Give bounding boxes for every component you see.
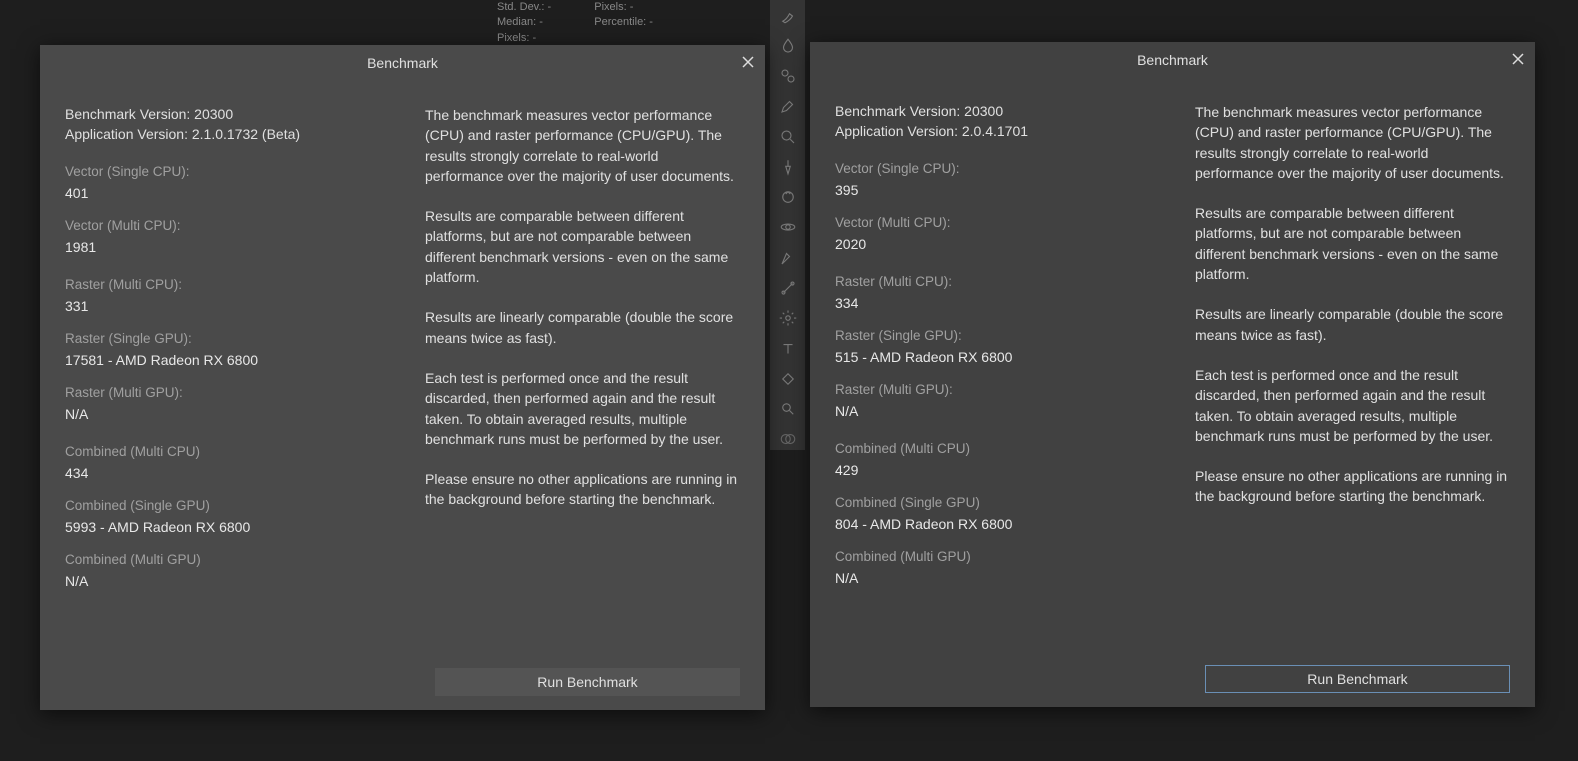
dialog-titlebar: Benchmark xyxy=(810,42,1535,77)
combined-single-gpu-value: 5993 - AMD Radeon RX 6800 xyxy=(65,519,425,535)
description-p1: The benchmark measures vector performanc… xyxy=(425,105,740,186)
results-column: Benchmark Version: 20300 Application Ver… xyxy=(65,105,425,640)
raster-single-gpu-value: 515 - AMD Radeon RX 6800 xyxy=(835,349,1195,365)
gear-tool-icon[interactable] xyxy=(777,308,799,329)
raster-multi-value: 334 xyxy=(835,295,1195,311)
description-column: The benchmark measures vector performanc… xyxy=(425,105,740,640)
benchmark-version: Benchmark Version: 20300 xyxy=(835,102,1195,122)
blur-tool-icon[interactable] xyxy=(777,35,799,56)
vector-single-value: 401 xyxy=(65,185,425,201)
description-p5: Please ensure no other applications are … xyxy=(425,469,740,510)
combined-single-gpu-label: Combined (Single GPU) xyxy=(65,498,425,513)
combined-multi-label: Combined (Multi CPU) xyxy=(835,441,1195,456)
search-tool-icon[interactable] xyxy=(777,398,799,419)
benchmark-dialog-left: Benchmark Benchmark Version: 20300 Appli… xyxy=(40,45,765,710)
vector-multi-value: 2020 xyxy=(835,236,1195,252)
raster-multi-gpu-value: N/A xyxy=(65,406,425,422)
pen-tool-icon[interactable] xyxy=(777,247,799,268)
combined-multi-gpu-value: N/A xyxy=(835,570,1195,586)
combined-multi-gpu-label: Combined (Multi GPU) xyxy=(65,552,425,567)
combined-multi-gpu-label: Combined (Multi GPU) xyxy=(835,549,1195,564)
combined-multi-value: 434 xyxy=(65,465,425,481)
description-p2: Results are comparable between different… xyxy=(1195,203,1510,284)
description-p5: Please ensure no other applications are … xyxy=(1195,466,1510,507)
vector-multi-label: Vector (Multi CPU): xyxy=(65,218,425,233)
zoom-tool-icon[interactable] xyxy=(777,126,799,147)
dialog-title: Benchmark xyxy=(1137,52,1208,68)
raster-single-gpu-label: Raster (Single GPU): xyxy=(65,331,425,346)
raster-multi-label: Raster (Multi CPU): xyxy=(65,277,425,292)
combined-single-gpu-label: Combined (Single GPU) xyxy=(835,495,1195,510)
vector-single-value: 395 xyxy=(835,182,1195,198)
application-version: Application Version: 2.1.0.1732 (Beta) xyxy=(65,125,425,145)
close-button[interactable] xyxy=(1509,50,1527,68)
tools-toolbar xyxy=(770,0,805,450)
run-benchmark-button[interactable]: Run Benchmark xyxy=(435,668,740,696)
raster-multi-value: 331 xyxy=(65,298,425,314)
description-p3: Results are linearly comparable (double … xyxy=(1195,304,1510,345)
dialog-titlebar: Benchmark xyxy=(40,45,765,80)
combined-multi-gpu-value: N/A xyxy=(65,573,425,589)
smudge-tool-icon[interactable] xyxy=(777,5,799,26)
raster-multi-gpu-value: N/A xyxy=(835,403,1195,419)
vector-multi-value: 1981 xyxy=(65,239,425,255)
vector-multi-label: Vector (Multi CPU): xyxy=(835,215,1195,230)
stat-median: Median: - xyxy=(497,15,551,30)
raster-single-gpu-value: 17581 - AMD Radeon RX 6800 xyxy=(65,352,425,368)
description-p4: Each test is performed once and the resu… xyxy=(1195,365,1510,446)
background-histogram-stats: Std. Dev.: - Median: - Pixels: - Pixels:… xyxy=(497,0,693,46)
run-benchmark-button[interactable]: Run Benchmark xyxy=(1205,665,1510,693)
results-column: Benchmark Version: 20300 Application Ver… xyxy=(835,102,1195,637)
benchmark-version: Benchmark Version: 20300 xyxy=(65,105,425,125)
vector-single-label: Vector (Single CPU): xyxy=(835,161,1195,176)
brush-tool-icon[interactable] xyxy=(777,96,799,117)
vector-single-label: Vector (Single CPU): xyxy=(65,164,425,179)
node-tool-icon[interactable] xyxy=(777,277,799,298)
raster-multi-label: Raster (Multi CPU): xyxy=(835,274,1195,289)
description-p2: Results are comparable between different… xyxy=(425,206,740,287)
orbit-tool-icon[interactable] xyxy=(777,217,799,238)
description-p3: Results are linearly comparable (double … xyxy=(425,307,740,348)
text-tool-icon[interactable] xyxy=(777,338,799,359)
description-p4: Each test is performed once and the resu… xyxy=(425,368,740,449)
stat-stddev: Std. Dev.: - xyxy=(497,0,551,15)
blend-tool-icon[interactable] xyxy=(777,429,799,450)
combined-multi-label: Combined (Multi CPU) xyxy=(65,444,425,459)
clone-tool-icon[interactable] xyxy=(777,66,799,87)
benchmark-dialog-right: Benchmark Benchmark Version: 20300 Appli… xyxy=(810,42,1535,707)
stat-pixels2: Pixels: - xyxy=(594,0,653,15)
pin-tool-icon[interactable] xyxy=(777,156,799,177)
stat-pixels1: Pixels: - xyxy=(497,31,551,46)
combined-single-gpu-value: 804 - AMD Radeon RX 6800 xyxy=(835,516,1195,532)
raster-multi-gpu-label: Raster (Multi GPU): xyxy=(65,385,425,400)
description-column: The benchmark measures vector performanc… xyxy=(1195,102,1510,637)
combined-multi-value: 429 xyxy=(835,462,1195,478)
bucket-tool-icon[interactable] xyxy=(777,368,799,389)
raster-multi-gpu-label: Raster (Multi GPU): xyxy=(835,382,1195,397)
dialog-title: Benchmark xyxy=(367,55,438,71)
hand-tool-icon[interactable] xyxy=(777,187,799,208)
raster-single-gpu-label: Raster (Single GPU): xyxy=(835,328,1195,343)
close-button[interactable] xyxy=(739,53,757,71)
stat-percentile: Percentile: - xyxy=(594,15,653,30)
description-p1: The benchmark measures vector performanc… xyxy=(1195,102,1510,183)
application-version: Application Version: 2.0.4.1701 xyxy=(835,122,1195,142)
